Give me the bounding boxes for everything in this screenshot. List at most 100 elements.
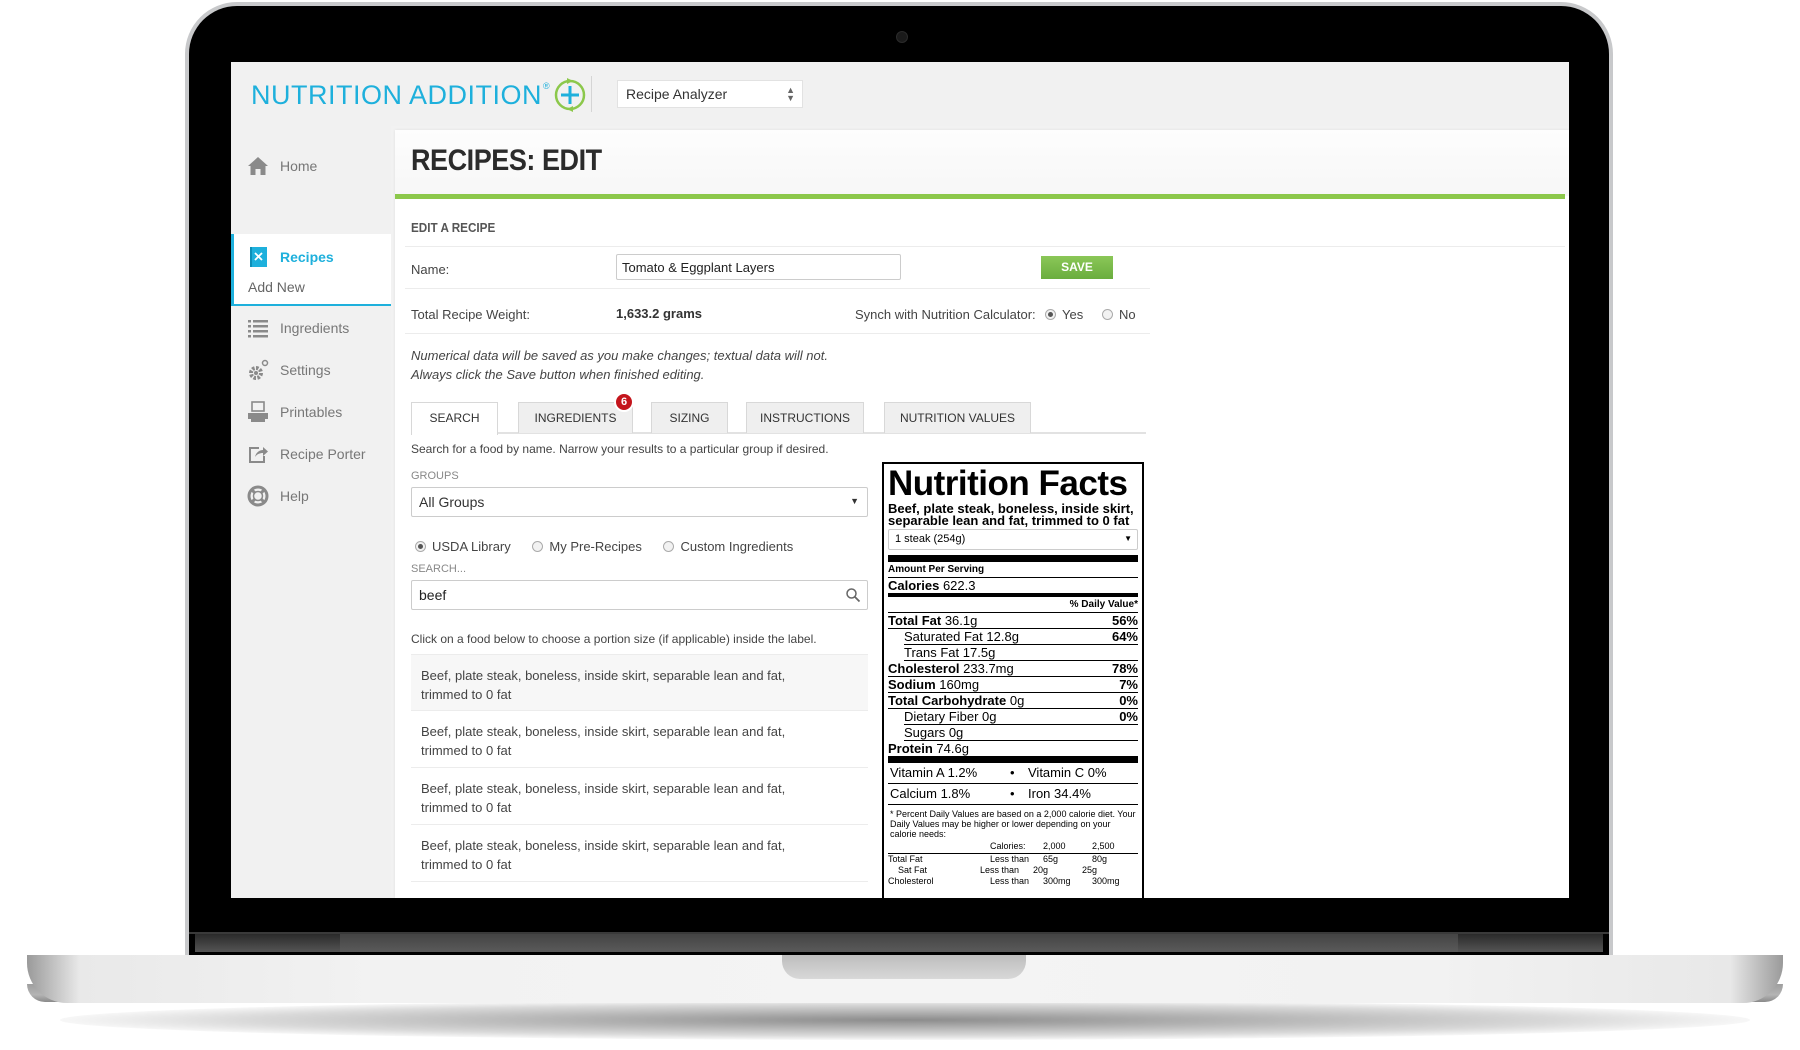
sidebar-item-settings[interactable]: Settings (231, 350, 391, 390)
tab-search[interactable]: SEARCH (411, 402, 498, 435)
tab-bar: SEARCH INGREDIENTS 6 SIZING INSTRUCTIONS… (411, 392, 1146, 435)
nutrient-row: Total Fat 36.1g 56% (888, 613, 1138, 629)
nutrient-amount: 160mg (939, 677, 980, 692)
synch-yes-radio[interactable]: Yes (1045, 307, 1083, 322)
nutrient-daily-value: 0% (1119, 693, 1138, 708)
food-search-input[interactable]: beef (411, 580, 868, 610)
sidebar-item-recipes[interactable]: Recipes (231, 237, 391, 277)
nutrient-amount: 17.5g (962, 645, 996, 660)
tab-sizing[interactable]: SIZING (651, 402, 728, 433)
nutrient-amount: 0g (1009, 693, 1025, 708)
section-heading: EDIT A RECIPE (411, 220, 496, 235)
save-note-line2: Always click the Save button when finish… (411, 367, 705, 382)
sidebar: Home Recipes Add New Ingredients Setting… (231, 126, 391, 898)
radio-unselected-icon (1102, 309, 1113, 320)
daily-value-header: % Daily Value* (888, 597, 1138, 613)
result-item[interactable]: Beef, plate steak, boneless, inside skir… (411, 711, 868, 768)
top-bar: NUTRITION ADDITION ® Recipe Analyzer ▲ ▼ (231, 62, 1569, 126)
nutrient-row: Protein 74.6g (888, 741, 1138, 757)
radio-selected-icon (1045, 309, 1056, 320)
daily-values-row: Sat Fat Less than 20g 25g (898, 865, 1098, 875)
nutrient-row: Saturated Fat 12.8g 64% (904, 629, 1138, 645)
search-results: Beef, plate steak, boneless, inside skir… (411, 654, 868, 882)
ingredients-count-badge: 6 (614, 392, 634, 412)
title-bar: RECIPES: EDIT (395, 130, 1569, 196)
daily-values-footnote: * Percent Daily Values are based on a 2,… (890, 809, 1136, 839)
nutrient-amount: 74.6g (936, 741, 969, 756)
laptop-notch (782, 955, 1026, 979)
daily-values-row: Cholesterol Less than 300mg 300mg (888, 876, 1120, 886)
weight-label: Total Recipe Weight: (411, 307, 530, 322)
result-item[interactable]: Beef, plate steak, boneless, inside skir… (411, 654, 868, 711)
sidebar-item-ingredients[interactable]: Ingredients (231, 308, 391, 348)
list-icon (248, 320, 268, 338)
app-selector[interactable]: Recipe Analyzer ▲ ▼ (617, 80, 803, 108)
nutrient-name: Saturated Fat (904, 629, 983, 644)
nutrient-row: Dietary Fiber 0g 0% (904, 709, 1138, 725)
app-screen: NUTRITION ADDITION® Recipe Analyzer ▲▼ (231, 62, 1569, 898)
nutrient-row: Cholesterol 233.7mg 78% (888, 661, 1138, 677)
sidebar-item-home[interactable]: Home (231, 146, 391, 186)
synch-label: Synch with Nutrition Calculator: (855, 307, 1036, 322)
tab-nutrition-values[interactable]: NUTRITION VALUES (884, 402, 1031, 433)
nutrition-facts-title: Nutrition Facts (888, 464, 1128, 503)
nutrient-name: Dietary Fiber (904, 709, 979, 724)
vitamin-row: Calcium 1.8% • Iron 34.4% (888, 784, 1138, 805)
sidebar-subitem-add-new[interactable]: Add New (248, 279, 305, 295)
groups-select[interactable]: All Groups ▼ (411, 487, 868, 517)
laptop-mockup: NUTRITION ADDITION® Recipe Analyzer ▲▼ (0, 0, 1800, 1050)
dropdown-caret-icon: ▼ (850, 496, 859, 506)
calories-row: Calories 622.3 (888, 578, 1138, 597)
nutrition-food-name: Beef, plate steak, boneless, inside skir… (888, 501, 1134, 528)
source-usda-radio[interactable]: USDA Library (415, 539, 511, 554)
nutrient-daily-value: 64% (1111, 629, 1138, 644)
nutrient-amount: 0g (948, 725, 964, 740)
page-title: RECIPES: EDIT (411, 144, 602, 177)
result-item[interactable]: Beef, plate steak, boneless, inside skir… (411, 825, 868, 882)
nutrient-daily-value: 0% (1119, 709, 1138, 724)
name-label: Name: (411, 262, 450, 277)
nutrient-row: Total Carbohydrate 0g 0% (888, 693, 1138, 709)
daily-values-header: Calories: 2,000 2,500 (888, 841, 1138, 854)
header-divider (591, 76, 592, 112)
nutrient-rows: Total Fat 36.1g 56% Saturated Fat 12.8g 64%… (888, 613, 1138, 757)
search-help-text: Search for a food by name. Narrow your r… (411, 442, 829, 456)
serving-size-select[interactable]: 1 steak (254g) ▼ (888, 529, 1138, 550)
nutrient-row: Sodium 160mg 7% (888, 677, 1138, 693)
app-logo[interactable]: NUTRITION ADDITION ® (251, 78, 587, 112)
amount-per-serving: Amount Per Serving (888, 562, 1138, 578)
bezel-chin (189, 898, 1609, 934)
search-label: SEARCH... (411, 563, 467, 575)
daily-values-row: Total Fat Less than 65g 80g (888, 854, 1108, 864)
sidebar-item-help[interactable]: Help (231, 476, 391, 516)
sidebar-item-printables[interactable]: Printables (231, 392, 391, 432)
dropdown-caret-icon: ▼ (1124, 534, 1132, 543)
nutrient-name: Sodium (888, 677, 936, 692)
nutrient-daily-value: 56% (1111, 613, 1138, 628)
sidebar-item-recipe-porter[interactable]: Recipe Porter (231, 434, 391, 474)
recipe-name-input[interactable] (616, 254, 901, 280)
nutrient-name: Total Fat (888, 613, 942, 628)
result-item[interactable]: Beef, plate steak, boneless, inside skir… (411, 768, 868, 825)
source-custom-radio[interactable]: Custom Ingredients (663, 539, 793, 554)
search-icon[interactable] (845, 587, 861, 603)
camera-icon (896, 31, 908, 43)
main-panel: RECIPES: EDIT EDIT A RECIPE Name: SAVE T… (395, 130, 1569, 898)
tab-instructions[interactable]: INSTRUCTIONS (746, 402, 864, 433)
source-radio-group: USDA Library My Pre-Recipes Custom Ingre… (415, 539, 811, 554)
nutrient-name: Trans Fat (904, 645, 960, 660)
nutrient-row: Sugars 0g (904, 725, 1138, 741)
home-icon (248, 157, 268, 175)
nutrient-name: Sugars (904, 725, 946, 740)
synch-no-radio[interactable]: No (1102, 307, 1136, 322)
gears-icon (249, 359, 269, 380)
nutrient-amount: 233.7mg (963, 661, 1014, 676)
nutrition-facts-label: Nutrition Facts Beef, plate steak, bonel… (882, 462, 1144, 898)
printer-icon (248, 401, 268, 422)
recipe-book-icon (250, 247, 267, 267)
nutrient-daily-value: 7% (1119, 677, 1138, 692)
source-pre-recipes-radio[interactable]: My Pre-Recipes (532, 539, 642, 554)
nutrient-name: Protein (888, 741, 933, 756)
save-button[interactable]: SAVE (1041, 256, 1113, 279)
nutrient-amount: 0g (982, 709, 997, 724)
